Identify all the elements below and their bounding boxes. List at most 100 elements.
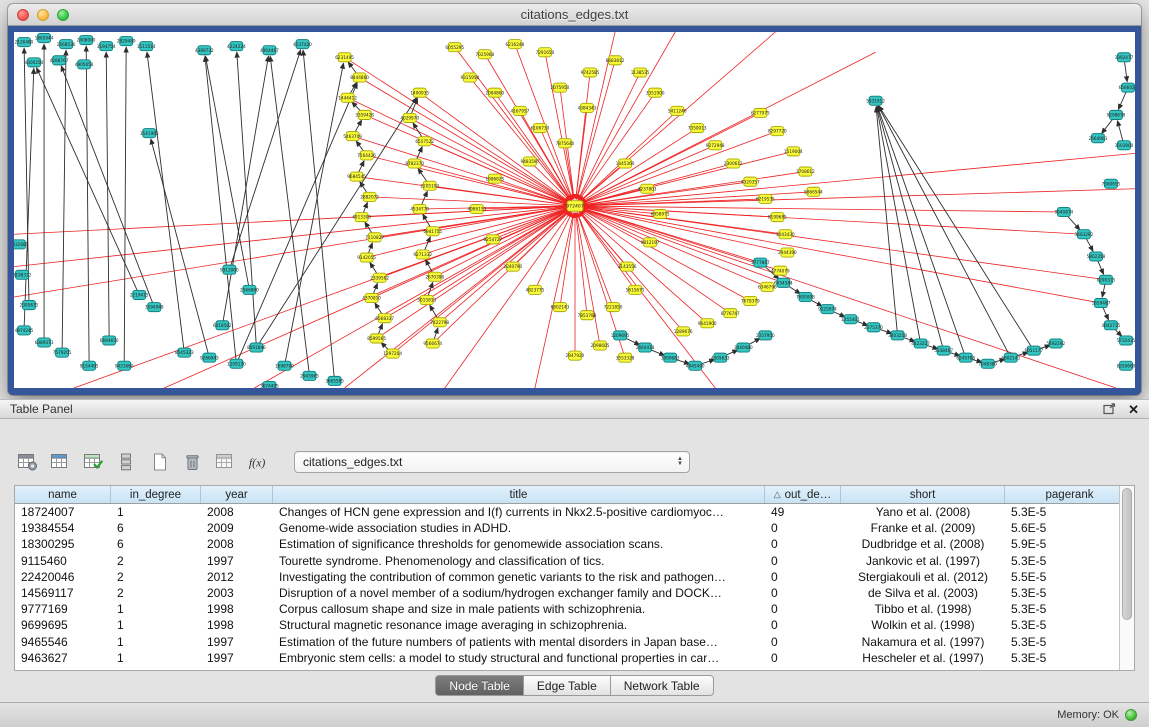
table-row[interactable]: 1456911722003Disruption of a novel membe… [15,585,1134,601]
cell: 2 [111,570,201,584]
cell: Dudbridge et al. (2008) [841,537,1005,551]
network-edge [62,50,66,352]
window-titlebar[interactable]: citations_edges.txt [8,4,1141,26]
node-label: 3359428 [355,113,374,118]
network-edge [284,63,343,366]
node-label: 2664418 [636,345,655,350]
node-label: 9271332 [413,252,432,257]
node-label: 5732435 [1117,338,1135,343]
column-header-in_degree[interactable]: in_degree [111,486,201,503]
float-panel-icon[interactable] [1103,403,1116,415]
column-header-short[interactable]: short [841,486,1005,503]
table-row[interactable]: 1938455462009Genome-wide association stu… [15,520,1134,536]
zoom-window-button[interactable] [57,9,69,21]
node-label: 9483597 [521,159,540,164]
network-selector-value: citations_edges.txt [303,455,675,469]
table-row[interactable]: 946554611997Estimation of the future num… [15,634,1134,650]
node-label: 9154495 [80,363,99,368]
show-selected-icon[interactable] [82,451,104,473]
node-label: 7048380 [978,361,997,366]
cell: 19384554 [15,521,111,535]
node-label: 7564426 [357,153,376,158]
minimize-window-button[interactable] [37,9,49,21]
node-label: 9266943 [200,355,219,360]
tab-node-table[interactable]: Node Table [435,675,524,696]
node-label: 7678379 [741,299,760,304]
close-panel-icon[interactable]: ✕ [1128,403,1139,416]
network-edge [385,210,569,319]
combo-stepper-icon[interactable]: ▲▼ [675,457,685,467]
network-selector[interactable]: citations_edges.txt ▲▼ [294,451,690,473]
node-label: 5931912 [866,98,885,103]
network-edge [582,131,778,203]
network-edge [582,192,813,206]
table-mode-icon[interactable] [16,451,38,473]
cell: Hescheler et al. (1997) [841,651,1005,665]
table-row[interactable]: 946362711997Embryonic stem cells: a mode… [15,650,1134,666]
tab-network-table[interactable]: Network Table [610,675,714,696]
delete-column-icon[interactable] [181,451,203,473]
node-label: 3392477 [1115,55,1134,60]
network-edge [576,213,600,346]
node-label: 4320357 [741,179,760,184]
import-table-icon[interactable] [214,451,236,473]
sort-ascending-icon: △ [774,489,781,500]
cell: 6 [111,521,201,535]
node-label: 4423227 [911,341,930,346]
column-header-year[interactable]: year [201,486,273,503]
table-scrollbar[interactable] [1119,486,1134,670]
row-options-icon[interactable] [115,451,137,473]
node-label: 5032685 [14,242,29,247]
cell: 6 [111,537,201,551]
table-row[interactable]: 977716911998Corpus callosum shape and si… [15,601,1134,617]
table-row[interactable]: 1872400712008Changes of HCN gene express… [15,504,1134,520]
table-panel-header: Table Panel ✕ [0,399,1149,419]
node-label: 9812197 [641,240,660,245]
node-label: 6346796 [758,284,777,289]
cell: 9463627 [15,651,111,665]
node-label: 6018562 [213,323,232,328]
node-label: 7875640 [556,141,575,146]
node-label: 4974245 [15,328,34,333]
node-label: 4300250 [25,60,44,65]
table-row[interactable]: 2242004622012Investigating the contribut… [15,569,1134,585]
node-label: 6557522 [415,139,434,144]
node-label: 4042715 [1102,323,1121,328]
show-columns-icon[interactable] [49,451,71,473]
tab-edge-table[interactable]: Edge Table [523,675,611,696]
table-body: 1872400712008Changes of HCN gene express… [15,504,1134,670]
function-builder-icon[interactable]: f(x) [247,451,269,473]
node-label: 2564903 [1089,136,1108,141]
cell: 2009 [201,521,273,535]
node-label: 3440480 [734,345,753,350]
column-header-title[interactable]: title [273,486,765,503]
memory-led-icon [1125,709,1137,721]
node-label: 3777867 [751,260,770,265]
table-row[interactable]: 1830029562008Estimation of significance … [15,536,1134,552]
column-header-name[interactable]: name [15,486,111,503]
node-label: 9142055 [357,255,376,260]
node-label: 6694650 [100,338,119,343]
cell: 5.3E-5 [1005,651,1134,665]
network-edge [879,106,1034,351]
node-label: 6566023 [1119,85,1135,90]
table-row[interactable]: 911546021997Tourette syndrome. Phenomeno… [15,553,1134,569]
column-header-pagerank[interactable]: pagerank [1005,486,1134,503]
network-edge [377,210,570,339]
cell: 1 [111,602,201,616]
cell: 5.3E-5 [1005,602,1134,616]
column-header-out_de[interactable]: △out_de… [765,486,841,503]
close-window-button[interactable] [17,9,29,21]
cell: Embryonic stem cells: a model to study s… [273,651,765,665]
scrollbar-thumb[interactable] [1122,488,1132,620]
edges-black [24,44,1128,381]
table-header-row: namein_degreeyeartitle△out_de…shortpager… [15,486,1134,504]
create-column-icon[interactable] [148,451,170,473]
node-label: 2944390 [778,250,797,255]
node-label: 2395615 [20,303,39,308]
node-label: 2098605 [591,343,610,348]
table-row[interactable]: 969969511998Structural magnetic resonanc… [15,617,1134,633]
network-edge [423,208,569,254]
network-graph[interactable]: 2126480186594426685362408000319475428294… [14,32,1135,388]
node-label: 5802358 [1087,254,1106,259]
